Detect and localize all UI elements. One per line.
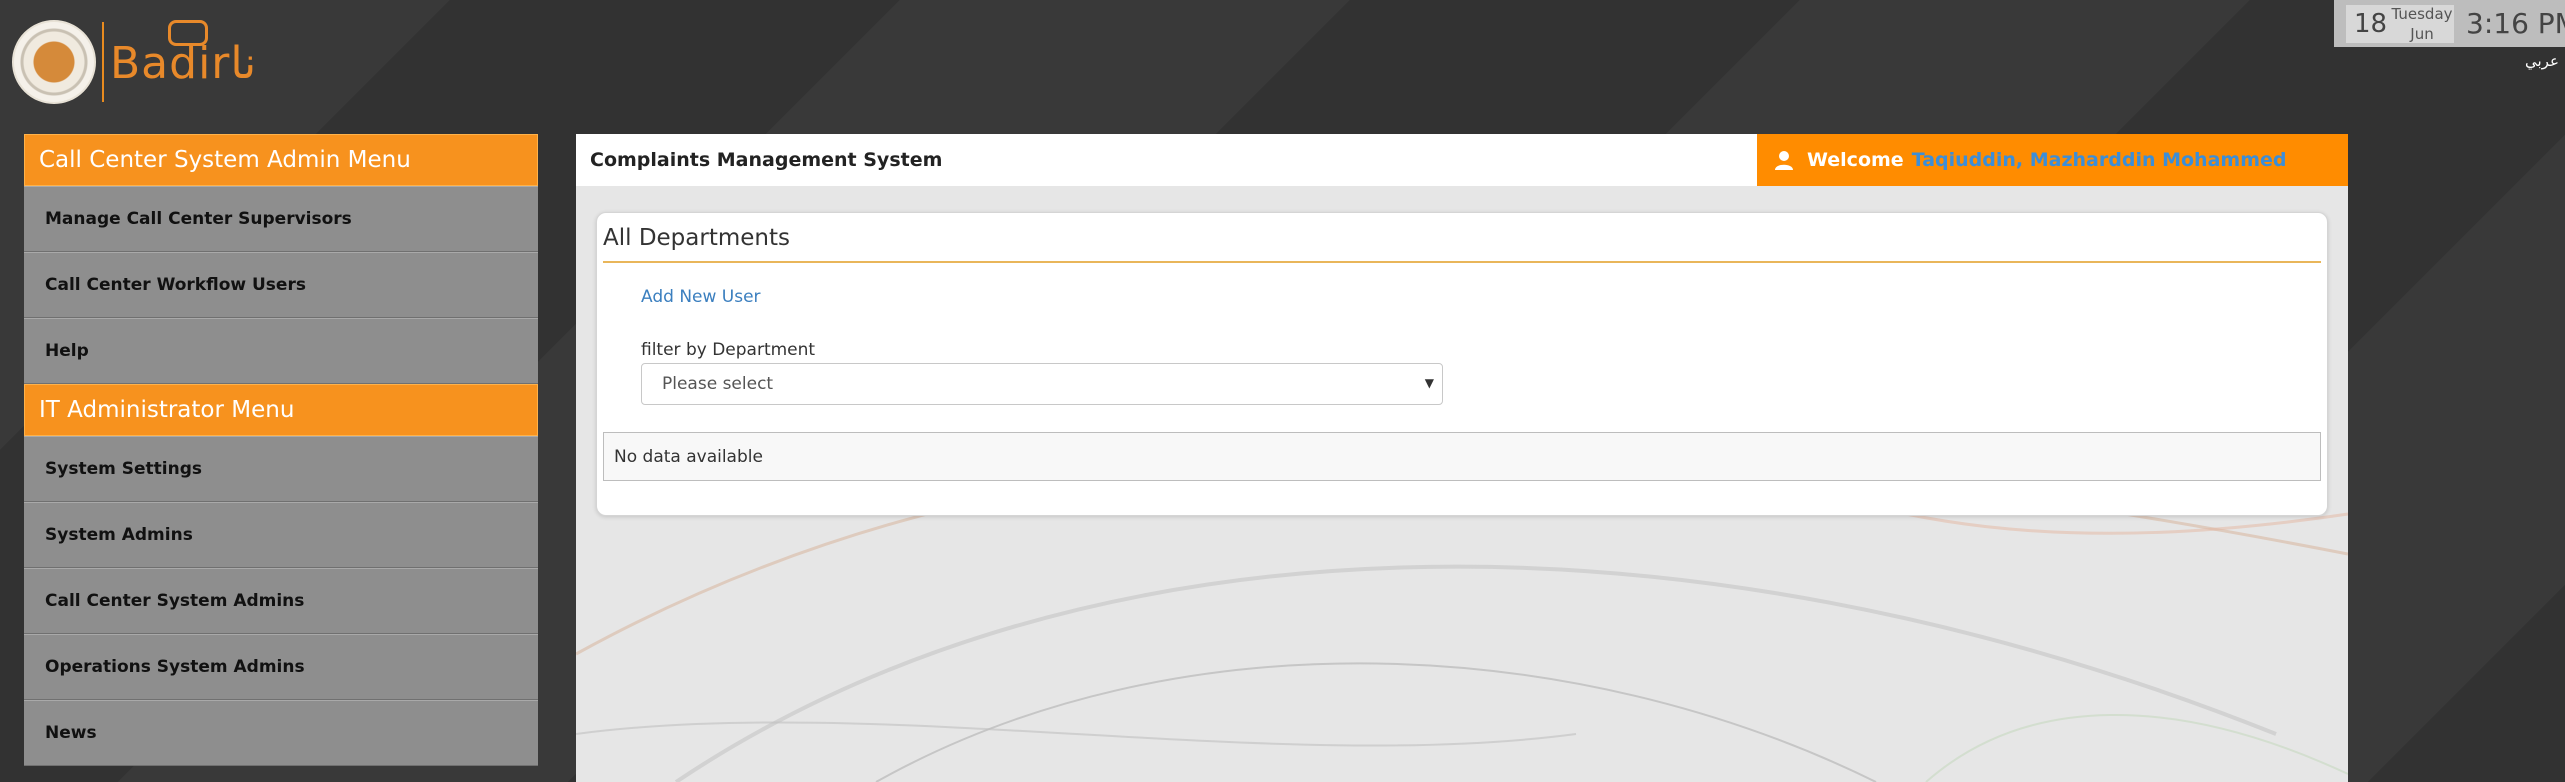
add-new-user-link[interactable]: Add New User [641, 287, 761, 307]
top-bar: Complaints Management System Welcome Taq… [576, 134, 2348, 186]
weekday-label: Tuesday [2391, 4, 2453, 23]
sidebar: Call Center System Admin Menu Manage Cal… [24, 134, 538, 766]
logo-wordmark: Badirنا [110, 20, 256, 104]
time-label: 3:16 PM [2466, 7, 2565, 40]
app-logo[interactable]: Badirنا [12, 20, 256, 104]
card-title: All Departments [603, 225, 2321, 263]
sidebar-item-manage-supervisors[interactable]: Manage Call Center Supervisors [24, 186, 538, 252]
filter-label: filter by Department [641, 340, 816, 360]
language-switch-link[interactable]: عربي [2525, 52, 2559, 70]
sidebar-item-system-admins[interactable]: System Admins [24, 502, 538, 568]
date-time-widget: 18 Tuesday Jun 3:16 PM [2334, 0, 2565, 47]
menu-header-call-center-admin: Call Center System Admin Menu [24, 134, 538, 186]
departments-card: All Departments Add New User filter by D… [596, 212, 2328, 516]
department-select[interactable]: Please select ▼ [641, 363, 1443, 405]
sidebar-item-news[interactable]: News [24, 700, 538, 766]
sidebar-item-workflow-users[interactable]: Call Center Workflow Users [24, 252, 538, 318]
welcome-label: Welcome [1807, 149, 1904, 171]
date-meta: Tuesday Jun [2390, 4, 2454, 44]
day-number: 18 [2354, 8, 2388, 39]
empty-table-row: No data available [603, 432, 2321, 481]
user-name[interactable]: Taqiuddin, Mazharddin Mohammed [1912, 149, 2287, 171]
welcome-bar: Welcome Taqiuddin, Mazharddin Mohammed [1757, 134, 2348, 186]
month-label: Jun [2410, 24, 2434, 43]
logo-divider [102, 22, 104, 102]
user-icon [1775, 151, 1793, 170]
menu-header-it-admin: IT Administrator Menu [24, 384, 538, 436]
kingdom-seal-icon [12, 20, 96, 104]
sidebar-item-call-center-system-admins[interactable]: Call Center System Admins [24, 568, 538, 634]
sidebar-item-help[interactable]: Help [24, 318, 538, 384]
speech-bubble-icon [168, 20, 208, 46]
chevron-down-icon: ▼ [1424, 376, 1434, 390]
date-box: 18 Tuesday Jun [2346, 4, 2454, 44]
main-panel: Complaints Management System Welcome Taq… [576, 134, 2348, 782]
sidebar-item-system-settings[interactable]: System Settings [24, 436, 538, 502]
department-select-value: Please select [662, 374, 774, 394]
page-title: Complaints Management System [576, 134, 1757, 186]
sidebar-item-operations-system-admins[interactable]: Operations System Admins [24, 634, 538, 700]
